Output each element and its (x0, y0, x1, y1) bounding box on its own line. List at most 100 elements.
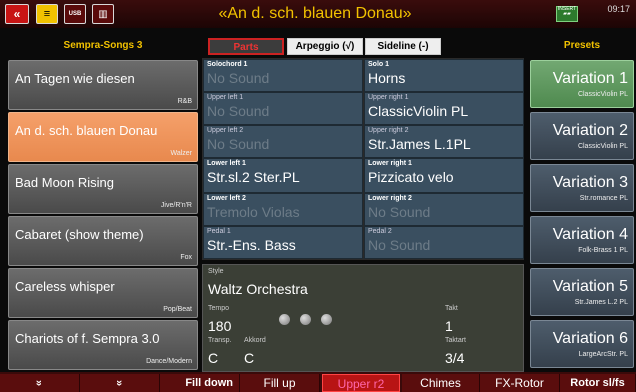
part-value: No Sound (207, 136, 270, 152)
trash-icon: ▥ (98, 8, 108, 20)
fill-up-button[interactable]: Fill up (240, 374, 320, 392)
part-value: Str.sl.2 Ster.PL (207, 169, 300, 185)
song-item[interactable]: Cabaret (show theme) Fox (8, 216, 198, 266)
variation-1-button[interactable]: Variation 1 ClassicViolin PL (530, 60, 634, 108)
transpose-value: C (208, 350, 219, 366)
variation-4-button[interactable]: Variation 4 Folk-Brass 1 PL (530, 216, 634, 264)
song-item[interactable]: An Tagen wie diesen R&B (8, 60, 198, 110)
time-signature-label: Taktart (445, 337, 467, 344)
part-lower-left-2[interactable]: Lower left 2 Tremolo Violas (203, 193, 363, 226)
song-item[interactable]: Bad Moon Rising Jive/R'n'R (8, 164, 198, 214)
song-item-selected[interactable]: An d. sch. blauen Donau Walzer (8, 112, 198, 162)
part-pedal-1[interactable]: Pedal 1 Str.-Ens. Bass (203, 226, 363, 259)
part-label: Pedal 1 (207, 228, 231, 235)
delete-button[interactable]: ▥ (92, 4, 114, 24)
insert-label: INSERT (557, 6, 577, 12)
part-value: No Sound (207, 103, 270, 119)
part-label: Upper left 2 (207, 127, 244, 134)
part-label: Pedal 2 (368, 228, 392, 235)
part-upper-left-2[interactable]: Upper left 2 No Sound (203, 125, 363, 158)
clock: 09:17 (607, 4, 630, 14)
part-label: Upper left 1 (207, 94, 244, 101)
part-value: Horns (368, 70, 406, 86)
part-lower-left-1[interactable]: Lower left 1 Str.sl.2 Ster.PL (203, 158, 363, 193)
song-title: «An d. sch. blauen Donau» (218, 5, 412, 22)
part-label: Lower left 2 (207, 195, 246, 202)
tab-arpeggio[interactable]: Arpeggio (√) (287, 38, 363, 55)
variation-6-button[interactable]: Variation 6 LargeArcStr. PL (530, 320, 634, 368)
song-name: Bad Moon Rising (15, 175, 114, 190)
usb-icon: USB (68, 11, 82, 17)
presets-column-header: Presets (563, 40, 601, 51)
song-genre: Dance/Modern (146, 358, 192, 365)
double-chevron-down-icon: » (113, 379, 126, 387)
chord-label: Akkord (244, 337, 266, 344)
song-item[interactable]: Chariots of f. Sempra 3.0 Dance/Modern (8, 320, 198, 370)
variation-5-button[interactable]: Variation 5 Str.James L.2 PL (530, 268, 634, 316)
chimes-button[interactable]: Chimes (402, 374, 480, 392)
chord-value: C (244, 350, 255, 366)
song-name: An Tagen wie diesen (15, 71, 135, 86)
part-value: ClassicViolin PL (368, 103, 469, 119)
tab-sideline[interactable]: Sideline (-) (365, 38, 441, 55)
song-name: Cabaret (show theme) (15, 227, 144, 242)
insert-icon[interactable]: INSERT ▰▰ (556, 6, 578, 22)
song-genre: Jive/R'n'R (160, 202, 192, 209)
variation-name: Variation 1 (552, 70, 628, 87)
transpose-label: Transp. (208, 337, 232, 344)
part-value: No Sound (368, 237, 431, 253)
fill-down-button[interactable]: Fill down (160, 374, 240, 392)
part-pedal-2[interactable]: Pedal 2 No Sound (364, 226, 524, 259)
variation-sound: Folk-Brass 1 PL (578, 247, 628, 254)
menu-button[interactable]: ≡ (36, 4, 58, 24)
song-genre: Fox (180, 254, 192, 261)
part-lower-right-2[interactable]: Lower right 2 No Sound (364, 193, 524, 226)
beat-indicator-2 (300, 314, 311, 325)
variation-name: Variation 3 (552, 174, 628, 191)
part-solo-1[interactable]: Solo 1 Horns (364, 59, 524, 92)
menu-icon: ≡ (43, 8, 51, 20)
takt-value: 1 (445, 318, 453, 334)
variation-sound: Str.James L.2 PL (574, 299, 628, 306)
scroll-up-button[interactable]: « (0, 374, 80, 392)
part-upper-right-2[interactable]: Upper right 2 Str.James L.1PL (364, 125, 524, 158)
part-upper-left-1[interactable]: Upper left 1 No Sound (203, 92, 363, 125)
part-label: Lower right 2 (368, 195, 412, 202)
double-chevron-up-icon: « (33, 379, 46, 387)
tempo-label: Tempo (208, 305, 230, 312)
double-chevron-left-icon: « (13, 7, 21, 21)
fx-rotor-button[interactable]: FX-Rotor (480, 374, 560, 392)
part-value: Str.-Ens. Bass (207, 237, 296, 253)
part-label: Solo 1 (368, 61, 390, 68)
song-genre: Pop/Beat (163, 306, 192, 313)
part-lower-right-1[interactable]: Lower right 1 Pizzicato velo (364, 158, 524, 193)
tempo-value: 180 (208, 318, 232, 334)
part-value: No Sound (207, 70, 270, 86)
variation-3-button[interactable]: Variation 3 Str.romance PL (530, 164, 634, 212)
rotor-speed-button[interactable]: Rotor sl/fs (560, 374, 636, 392)
scroll-down-button[interactable]: » (80, 374, 160, 392)
variation-2-button[interactable]: Variation 2 ClassicViolin PL (530, 112, 634, 160)
back-button[interactable]: « (5, 4, 29, 24)
part-upper-right-1[interactable]: Upper right 1 ClassicViolin PL (364, 92, 524, 125)
part-solochord-1[interactable]: Solochord 1 No Sound (203, 59, 363, 92)
part-value: Pizzicato velo (368, 169, 454, 185)
usb-button[interactable]: USB (64, 4, 86, 24)
variation-name: Variation 6 (552, 330, 628, 347)
beat-indicator-1 (279, 314, 290, 325)
part-value: Str.James L.1PL (368, 136, 471, 152)
song-genre: R&B (177, 98, 192, 105)
upper-r2-button[interactable]: Upper r2 (322, 374, 400, 392)
tab-parts[interactable]: Parts (208, 38, 284, 55)
variation-name: Variation 2 (552, 122, 628, 139)
songs-column-header: Sempra-Songs 3 (63, 40, 143, 51)
part-label: Lower right 1 (368, 160, 412, 167)
variation-sound: LargeArcStr. PL (578, 351, 628, 358)
song-item[interactable]: Careless whisper Pop/Beat (8, 268, 198, 318)
time-signature-value: 3/4 (445, 350, 465, 366)
song-name: Chariots of f. Sempra 3.0 (15, 331, 160, 346)
part-value: Tremolo Violas (207, 204, 300, 220)
variation-sound: Str.romance PL (579, 195, 628, 202)
part-value: No Sound (368, 204, 431, 220)
variation-name: Variation 4 (552, 226, 628, 243)
